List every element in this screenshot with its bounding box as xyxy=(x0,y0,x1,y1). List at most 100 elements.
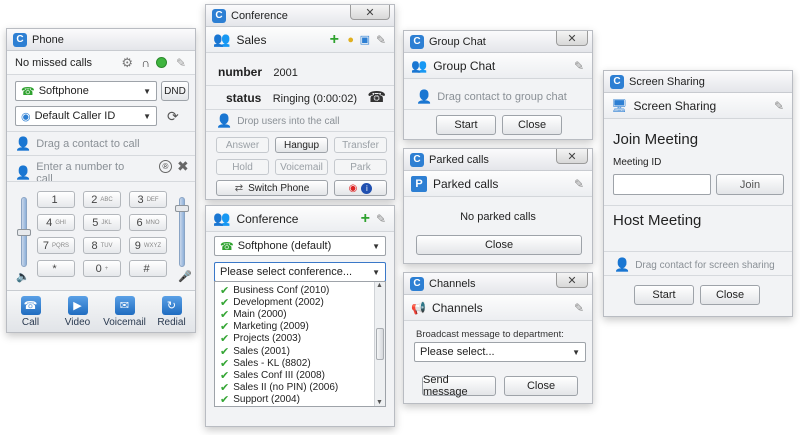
headset-icon[interactable]: ∩ xyxy=(141,56,150,70)
conference-option[interactable]: ✔ Sales - KL (8802) xyxy=(215,357,374,370)
clear-icon[interactable]: ✖ xyxy=(177,158,189,175)
video-button[interactable]: ▶ Video xyxy=(54,291,101,332)
key-hash[interactable]: # xyxy=(129,260,167,277)
conference-option[interactable]: ✔ Main (2000) xyxy=(215,308,374,321)
parked-calls-panel-header: P Parked calls ✎ xyxy=(404,171,592,197)
parked-calls-titlebar[interactable]: C Parked calls ✕ xyxy=(404,149,592,171)
add-icon[interactable]: + xyxy=(330,31,339,49)
transfer-button[interactable]: Transfer xyxy=(334,137,387,153)
key-3[interactable]: 3 DEF xyxy=(129,191,167,208)
caller-id-select[interactable]: ◉ Default Caller ID ▼ xyxy=(15,106,157,126)
park-button[interactable]: Park xyxy=(334,159,387,175)
paperclip-icon[interactable]: ✎ xyxy=(574,177,584,191)
close-icon[interactable]: ✕ xyxy=(556,31,588,46)
status-value: Ringing (0:00:02) xyxy=(272,93,358,105)
hold-button[interactable]: Hold xyxy=(216,159,269,175)
refresh-icon[interactable]: ⟳ xyxy=(167,108,179,125)
conference-panel-header: 👥 Conference + ✎ xyxy=(206,206,394,232)
paperclip-icon[interactable]: ✎ xyxy=(574,301,584,315)
key-1[interactable]: 1 xyxy=(37,191,75,208)
close-sharing-button[interactable]: Close xyxy=(700,285,760,305)
channels-panel-title: Channels xyxy=(431,300,483,315)
paperclip-icon[interactable]: ✎ xyxy=(774,99,784,113)
speaker-volume-thumb[interactable] xyxy=(17,229,31,236)
conference-option[interactable]: ✔ Support (2004) xyxy=(215,394,374,406)
status-green-icon[interactable] xyxy=(156,57,167,68)
gear-icon[interactable]: ⚙ xyxy=(121,55,133,71)
group-chat-titlebar[interactable]: C Group Chat ✕ xyxy=(404,31,592,53)
scroll-down-icon[interactable]: ▼ xyxy=(376,399,383,406)
paperclip-icon[interactable]: ✎ xyxy=(176,56,186,70)
voicemail-label: Voicemail xyxy=(103,316,146,328)
line-select[interactable]: ☎ Softphone ▼ xyxy=(15,81,157,101)
list-scrollbar[interactable]: ▲ ▼ xyxy=(374,282,385,406)
meeting-id-input[interactable] xyxy=(613,174,711,195)
conference-option[interactable]: ✔ Projects (2003) xyxy=(215,333,374,345)
screen-icon[interactable]: ▣ xyxy=(360,33,370,46)
scrollbar-thumb[interactable] xyxy=(376,328,384,360)
channels-titlebar[interactable]: C Channels ✕ xyxy=(404,273,592,295)
check-icon: ✔ xyxy=(220,308,230,321)
paperclip-icon[interactable]: ✎ xyxy=(376,33,386,47)
voicemail-button[interactable]: ✉ Voicemail xyxy=(101,291,148,332)
conference-option[interactable]: ✔ Development (2002) xyxy=(215,296,374,309)
key-4[interactable]: 4 GHI xyxy=(37,214,75,231)
record-info-button[interactable]: ◉ i xyxy=(334,180,387,196)
send-message-button[interactable]: Send message xyxy=(422,374,496,398)
conference-option[interactable]: ✔ Sales II (no PIN) (2006) xyxy=(215,382,374,394)
conference-option[interactable]: ✔ Marketing (2009) xyxy=(215,321,374,333)
phone-titlebar[interactable]: C Phone xyxy=(7,29,195,51)
key-5[interactable]: 5 JKL xyxy=(83,214,121,231)
redial-button[interactable]: ↻ Redial xyxy=(148,291,195,332)
close-icon[interactable]: ✕ xyxy=(556,149,588,164)
dnd-button[interactable]: DND xyxy=(161,81,189,101)
paperclip-icon[interactable]: ✎ xyxy=(574,59,584,73)
key-2[interactable]: 2 ABC xyxy=(83,191,121,208)
close-parked-button[interactable]: Close xyxy=(416,235,582,255)
key-letters: JKL xyxy=(101,219,112,226)
conference-phone-select[interactable]: ☎ Softphone (default) ▼ xyxy=(214,236,386,256)
group-icon: 👥 xyxy=(213,210,231,226)
key-8[interactable]: 8 TUV xyxy=(83,237,121,254)
conference-option[interactable]: ✔ Sales (2001) xyxy=(215,345,374,358)
close-channels-button[interactable]: Close xyxy=(504,376,578,396)
voicemail-transfer-button[interactable]: Voicemail xyxy=(275,159,328,175)
add-icon[interactable]: + xyxy=(361,210,370,228)
drop-users-hint: 👤 Drop users into the call xyxy=(216,113,339,129)
hangup-button[interactable]: Hangup xyxy=(275,137,328,153)
switch-phone-button[interactable]: ⇄ Switch Phone xyxy=(216,180,328,196)
call-button[interactable]: ☎ Call xyxy=(7,291,54,332)
number-value: 2001 xyxy=(273,67,298,79)
key-7[interactable]: 7 PQRS xyxy=(37,237,75,254)
start-group-chat-button[interactable]: Start xyxy=(436,115,496,135)
scroll-up-icon[interactable]: ▲ xyxy=(376,282,383,289)
join-button[interactable]: Join xyxy=(716,174,784,195)
record-icon[interactable]: ® xyxy=(159,160,172,173)
key-letters: DEF xyxy=(146,196,159,203)
screen-sharing-hint-text: Drag contact for screen sharing xyxy=(635,259,775,271)
close-icon[interactable]: ✕ xyxy=(350,5,390,20)
conference-titlebar[interactable]: C Conference ✕ xyxy=(206,5,394,27)
conference-dropdown-list[interactable]: ✔ Business Conf (2010) ✔ Development (2002… xyxy=(214,281,386,407)
mic-volume-thumb[interactable] xyxy=(175,205,189,212)
divider xyxy=(604,205,792,206)
conference-select[interactable]: Please select conference... ▼ xyxy=(214,262,386,282)
key-digit: 6 xyxy=(136,216,143,229)
key-9[interactable]: 9 WXYZ xyxy=(129,237,167,254)
conference-option[interactable]: ✔ Sales Conf III (2008) xyxy=(215,369,374,382)
close-group-chat-button[interactable]: Close xyxy=(502,115,562,135)
key-6[interactable]: 6 MNO xyxy=(129,214,167,231)
screen-sharing-titlebar[interactable]: C Screen Sharing xyxy=(604,71,792,93)
chat-bubble-icon[interactable]: ● xyxy=(347,34,354,46)
conference-option[interactable]: ✔ Business Conf (2010) xyxy=(215,284,374,297)
answer-button[interactable]: Answer xyxy=(216,137,269,153)
department-select[interactable]: Please select... ▼ xyxy=(414,342,586,362)
key-0[interactable]: 0 + xyxy=(83,260,121,277)
start-sharing-button[interactable]: Start xyxy=(634,285,694,305)
paperclip-icon[interactable]: ✎ xyxy=(376,212,386,226)
phone-handset-icon: ☎ xyxy=(21,85,35,98)
key-star[interactable]: * xyxy=(37,260,75,277)
close-icon[interactable]: ✕ xyxy=(556,273,588,288)
divider xyxy=(206,131,394,132)
missed-calls-text: No missed calls xyxy=(15,56,93,69)
